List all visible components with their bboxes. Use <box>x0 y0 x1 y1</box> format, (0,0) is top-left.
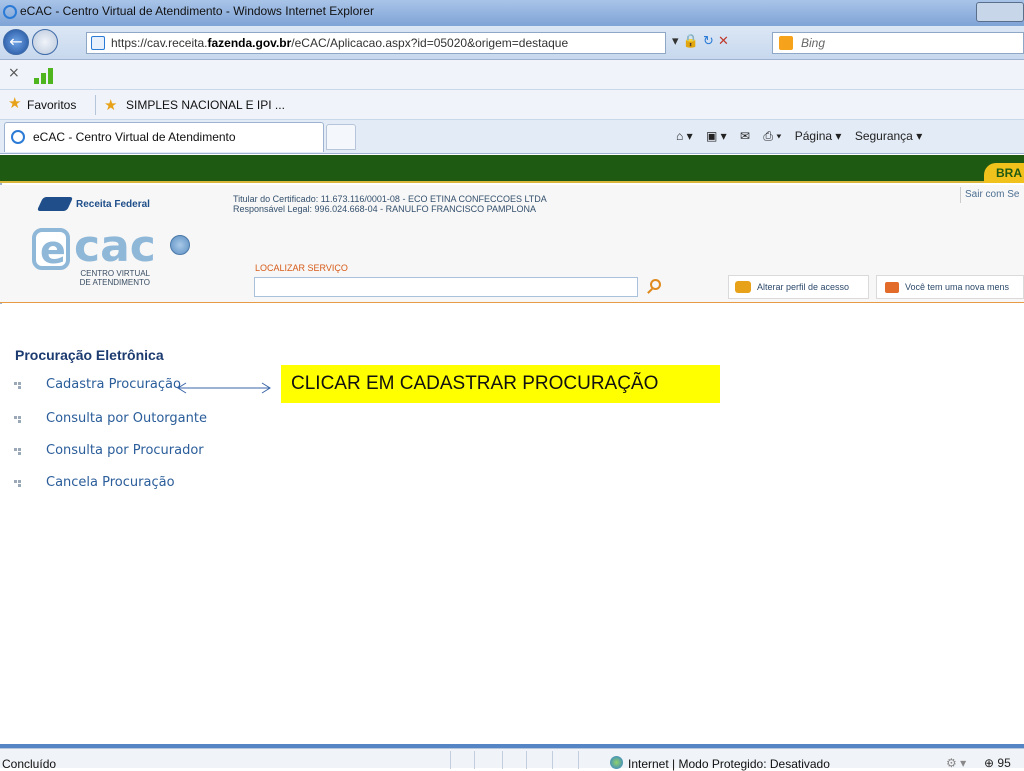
home-icon[interactable]: ⌂ ▾ <box>676 129 693 143</box>
toolbar-tools: ⌂ ▾ ▣ ▾ ✉ ⎙ ▾ Página ▾ Segurança ▾ <box>676 129 932 144</box>
bing-icon <box>779 36 793 50</box>
change-profile-button[interactable]: Alterar perfil de acesso <box>728 275 869 299</box>
receita-federal-logo[interactable]: Receita Federal <box>36 195 150 215</box>
close-icon[interactable]: × <box>8 65 20 81</box>
change-profile-label: Alterar perfil de acesso <box>757 282 850 292</box>
stop-icon[interactable]: ✕ <box>718 34 729 49</box>
receita-logo-text: Receita Federal <box>76 199 150 210</box>
instruction-callout: CLICAR EM CADASTRAR PROCURAÇÃO <box>281 365 720 403</box>
back-button[interactable]: ← <box>3 29 29 55</box>
address-bar-row: ← https://cav.receita.fazenda.gov.br/eCA… <box>0 26 1024 60</box>
favorites-star-icon[interactable]: ★ <box>8 96 21 112</box>
favorites-button[interactable]: Favoritos <box>27 98 76 112</box>
security-zone[interactable]: Internet | Modo Protegido: Desativado <box>628 757 830 771</box>
envelope-icon <box>885 282 899 293</box>
new-message-button[interactable]: Você tem uma nova mens <box>876 275 1024 299</box>
gov-banner: BRA <box>0 155 1024 183</box>
new-message-label: Você tem uma nova mens <box>905 282 1010 292</box>
url-prefix: https://cav.receita. <box>111 36 208 50</box>
legal-responsible: Responsável Legal: 996.024.668-04 - RANU… <box>233 204 536 214</box>
page-menu[interactable]: Página ▾ <box>795 129 842 143</box>
menu-item-label[interactable]: Cancela Procuração <box>46 475 175 490</box>
locate-service-input[interactable] <box>254 277 638 297</box>
brasil-tag[interactable]: BRA <box>984 163 1024 183</box>
ecac-cac: cac <box>74 221 156 272</box>
new-tab-button[interactable] <box>326 124 356 150</box>
search-icon[interactable] <box>646 278 664 296</box>
binoculars-icon <box>735 281 751 293</box>
ecac-sub-line1: CENTRO VIRTUAL <box>80 269 150 278</box>
menu-item-label[interactable]: Consulta por Procurador <box>46 443 204 458</box>
status-cells <box>450 749 600 769</box>
globe-icon <box>610 756 623 769</box>
feeds-icon[interactable]: ▣ ▾ <box>706 129 727 143</box>
favorite-link-simples[interactable]: SIMPLES NACIONAL E IPI ... <box>126 98 285 112</box>
lock-icon[interactable]: 🔒 <box>683 34 699 49</box>
bullet-icon <box>14 382 22 390</box>
window-title: eCAC - Centro Virtual de Atendimento - W… <box>20 4 374 18</box>
ecac-e-box: e <box>32 228 70 272</box>
menu-item-label[interactable]: Cadastra Procuração <box>46 377 181 392</box>
add-favorite-icon[interactable]: ★ <box>104 96 117 114</box>
double-arrow-icon <box>177 382 271 394</box>
print-icon[interactable]: ⎙ ▾ <box>763 129 781 143</box>
ecac-sub-line2: DE ATENDIMENTO <box>79 278 150 287</box>
security-menu[interactable]: Segurança ▾ <box>855 129 922 143</box>
signal-icon <box>34 68 54 84</box>
divider <box>95 95 96 115</box>
site-header: Receita Federal Titular do Certificado: … <box>0 185 1024 303</box>
ie-logo-icon <box>3 5 17 19</box>
url-domain: fazenda.gov.br <box>207 36 292 50</box>
status-text: Concluído <box>2 757 57 771</box>
main-content: Procuração Eletrônica Cadastra Procuraçã… <box>0 304 1024 746</box>
window-titlebar: eCAC - Centro Virtual de Atendimento - W… <box>0 0 1024 26</box>
address-actions: ▾ 🔒 ↻ ✕ <box>672 32 768 54</box>
bullet-icon <box>14 416 22 424</box>
receita-logo-icon <box>36 197 74 211</box>
search-input[interactable]: Bing <box>772 32 1024 54</box>
locate-service-label: LOCALIZAR SERVIÇO <box>255 263 348 273</box>
menu-item-label[interactable]: Consulta por Outorgante <box>46 411 207 426</box>
page-icon <box>91 36 105 50</box>
address-input[interactable]: https://cav.receita.fazenda.gov.br/eCAC/… <box>86 32 666 54</box>
command-row: × <box>0 60 1024 90</box>
dropdown-icon[interactable]: ▾ <box>672 34 679 49</box>
certificate-info: Titular do Certificado: 11.673.116/0001-… <box>233 194 547 214</box>
refresh-icon[interactable]: ↻ <box>703 34 714 49</box>
url-path: /eCAC/Aplicacao.aspx?id=05020&origem=des… <box>291 36 569 50</box>
ecac-e: e <box>40 228 66 272</box>
favorites-bar: ★ Favoritos ★ SIMPLES NACIONAL E IPI ... <box>0 90 1024 120</box>
forward-button[interactable] <box>32 29 58 55</box>
ie-tab-icon <box>11 130 25 144</box>
ecac-subtitle: CENTRO VIRTUAL DE ATENDIMENTO <box>76 269 150 287</box>
logout-link[interactable]: Sair com Se <box>960 187 1024 203</box>
window-controls[interactable] <box>976 2 1024 22</box>
home-icon[interactable] <box>170 235 190 255</box>
search-placeholder: Bing <box>801 36 826 50</box>
mail-icon[interactable]: ✉ <box>740 129 750 143</box>
bullet-icon <box>14 480 22 488</box>
section-title: Procuração Eletrônica <box>15 347 164 363</box>
tab-ecac[interactable]: eCAC - Centro Virtual de Atendimento <box>4 122 324 152</box>
ecac-logo[interactable]: e cac CENTRO VIRTUAL DE ATENDIMENTO <box>32 221 212 291</box>
cert-holder: Titular do Certificado: 11.673.116/0001-… <box>233 194 547 204</box>
tab-label: eCAC - Centro Virtual de Atendimento <box>33 130 236 144</box>
bullet-icon <box>14 448 22 456</box>
tab-bar: eCAC - Centro Virtual de Atendimento ⌂ ▾… <box>0 120 1024 154</box>
status-bar: Concluído Internet | Modo Protegido: Des… <box>0 748 1024 771</box>
